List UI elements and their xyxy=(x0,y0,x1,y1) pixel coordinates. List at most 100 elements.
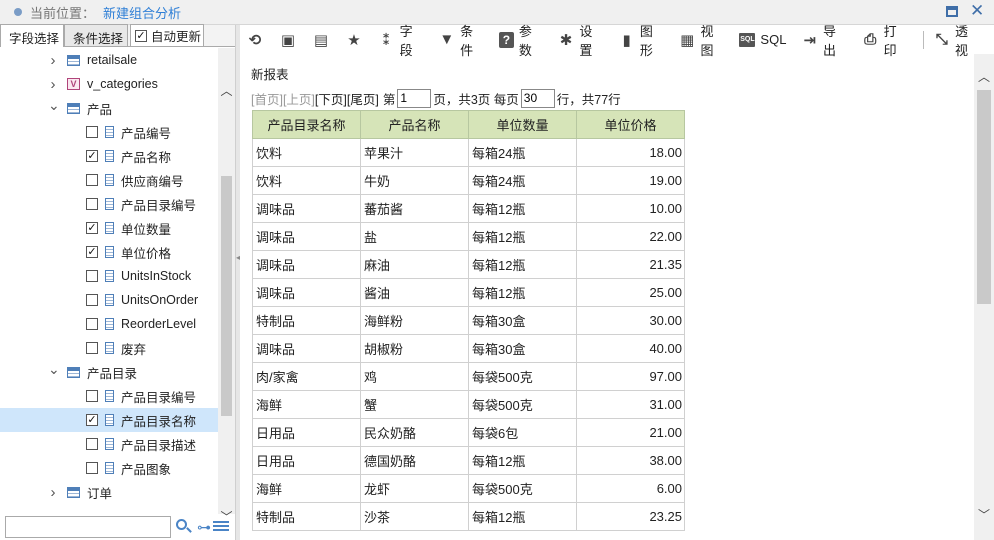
toolbar-button-refresh[interactable]: ⟲ xyxy=(246,25,269,54)
tab-field-select[interactable]: 字段选择 xyxy=(0,24,65,47)
tree-field-item[interactable]: 废弃 xyxy=(0,336,218,360)
tree-search-input[interactable] xyxy=(5,516,171,538)
tree-field-item[interactable]: ✓ 单位价格 xyxy=(0,240,218,264)
report-scrollbar[interactable]: ︿ ﹀ xyxy=(974,54,994,540)
field-checkbox[interactable] xyxy=(86,174,98,186)
expand-icon[interactable]: › xyxy=(48,76,58,93)
table-cell: 每袋500克 xyxy=(468,474,577,503)
collapse-icon[interactable]: ⌄ xyxy=(48,97,60,114)
toolbar-button-bar-chart[interactable]: ▮ 图形 xyxy=(618,24,664,58)
column-icon xyxy=(105,462,114,474)
field-checkbox[interactable] xyxy=(86,198,98,210)
tree-field-item[interactable]: ✓ 单位数量 xyxy=(0,216,218,240)
toolbar-button-export[interactable]: ⇥ 导出 xyxy=(801,24,847,58)
column-header[interactable]: 产品名称 xyxy=(360,110,469,139)
tree-item-label: 废弃 xyxy=(121,342,147,357)
tree-scroll-thumb[interactable] xyxy=(221,176,232,416)
toolbar-button-view[interactable]: ▦ 视图 xyxy=(679,24,725,58)
toolbar-button-star[interactable]: ★ xyxy=(345,25,368,54)
column-icon xyxy=(105,222,114,234)
field-checkbox[interactable] xyxy=(86,462,98,474)
next-page-link[interactable]: [下页] xyxy=(315,89,347,108)
toolbar-button-print[interactable]: ⎙ 打印 xyxy=(862,24,908,58)
last-page-link[interactable]: [尾页] xyxy=(347,89,379,108)
tree-field-item[interactable]: ✓ 产品目录名称 xyxy=(0,408,218,432)
table-cell: 调味品 xyxy=(252,334,361,363)
toolbar-button-help[interactable]: ? 参数 xyxy=(499,24,543,58)
table-cell: 蕃茄酱 xyxy=(360,194,469,223)
field-checkbox[interactable] xyxy=(86,342,98,354)
tree-field-item[interactable]: ReorderLevel xyxy=(0,312,218,336)
help-icon: ? xyxy=(499,31,514,48)
scroll-up-icon[interactable]: ︿ xyxy=(218,82,235,99)
list-view-icon[interactable] xyxy=(213,521,229,533)
tree-table-item[interactable]: › Vv_categories xyxy=(0,72,218,96)
table-cell: 每箱12瓶 xyxy=(468,250,577,279)
tree-item-label: UnitsOnOrder xyxy=(121,293,199,307)
prev-page-link[interactable]: [上页] xyxy=(283,89,315,108)
table-cell: 每箱24瓶 xyxy=(468,166,577,195)
field-checkbox[interactable]: ✓ xyxy=(86,222,98,234)
column-icon xyxy=(105,294,114,306)
table-cell: 19.00 xyxy=(576,166,685,195)
column-icon xyxy=(105,270,114,282)
table-cell: 每箱30盒 xyxy=(468,306,577,335)
field-checkbox[interactable] xyxy=(86,390,98,402)
tree-field-item[interactable]: 产品图象 xyxy=(0,456,218,480)
tree-field-item[interactable]: UnitsInStock xyxy=(0,264,218,288)
auto-update-toggle[interactable]: ✓ 自动更新 xyxy=(130,24,205,46)
close-icon[interactable]: ✕ xyxy=(970,2,984,19)
tree-field-item[interactable]: 产品目录编号 xyxy=(0,384,218,408)
field-checkbox[interactable] xyxy=(86,294,98,306)
toolbar-button-pivot[interactable]: ⤡ 透视 xyxy=(933,24,979,58)
scroll-up-icon[interactable]: ︿ xyxy=(974,68,994,85)
table-cell: 德国奶酪 xyxy=(360,446,469,475)
location-dot-icon xyxy=(14,8,22,16)
page-size-input[interactable] xyxy=(520,88,555,108)
field-checkbox[interactable] xyxy=(86,126,98,138)
table-row: 日用品 民众奶酪 每袋6包 21.00 xyxy=(252,418,685,447)
toolbar-button-gear[interactable]: ✱ 设置 xyxy=(558,24,604,58)
tree-table-item[interactable]: ⌄ 产品 xyxy=(0,96,218,120)
page-suffix: 页，共3页 每页 xyxy=(433,92,519,107)
toolbar-button-filter[interactable]: ▼ 条件 xyxy=(439,24,485,58)
scroll-down-icon[interactable]: ﹀ xyxy=(974,506,994,523)
toolbar-button-sql[interactable]: SQL SQL xyxy=(739,25,786,54)
tree-field-item[interactable]: 产品目录编号 xyxy=(0,192,218,216)
tree-table-item[interactable]: ⌄ 产品目录 xyxy=(0,360,218,384)
toolbar-button-field[interactable]: ⁑ 字段 xyxy=(378,24,424,58)
tab-condition-select[interactable]: 条件选择 xyxy=(64,24,129,46)
table-cell: 30.00 xyxy=(576,306,685,335)
column-header[interactable]: 单位数量 xyxy=(468,110,577,139)
toolbar-button-save[interactable]: ▣ xyxy=(279,25,302,54)
field-checkbox[interactable]: ✓ xyxy=(86,150,98,162)
field-icon: ⁑ xyxy=(382,31,391,49)
column-header[interactable]: 产品目录名称 xyxy=(252,110,361,139)
current-page-input[interactable] xyxy=(397,88,432,108)
toolbar-button-save-as[interactable]: ▤ xyxy=(312,25,335,54)
expand-icon[interactable]: › xyxy=(48,484,58,501)
collapse-icon[interactable]: ⌄ xyxy=(48,361,60,378)
expand-icon[interactable]: › xyxy=(48,52,58,69)
maximize-icon[interactable] xyxy=(946,6,958,17)
search-icon[interactable] xyxy=(175,518,193,536)
field-checkbox[interactable] xyxy=(86,438,98,450)
first-page-link[interactable]: [首页] xyxy=(251,89,283,108)
column-header[interactable]: 单位价格 xyxy=(576,110,685,139)
page-prefix: 第 xyxy=(382,92,396,107)
field-checkbox[interactable]: ✓ xyxy=(86,246,98,258)
tree-field-item[interactable]: UnitsOnOrder xyxy=(0,288,218,312)
field-checkbox[interactable] xyxy=(86,270,98,282)
tree-scrollbar[interactable]: ︿ ﹀ xyxy=(218,48,235,524)
tree-field-item[interactable]: 供应商编号 xyxy=(0,168,218,192)
report-scroll-thumb[interactable] xyxy=(977,90,991,304)
tree-table-item[interactable]: › 订单 xyxy=(0,480,218,504)
tree-field-item[interactable]: 产品编号 xyxy=(0,120,218,144)
field-checkbox[interactable] xyxy=(86,318,98,330)
tree-table-item[interactable]: › retailsale xyxy=(0,48,218,72)
hierarchy-icon[interactable]: ⊶ xyxy=(197,519,211,536)
tree-field-item[interactable]: 产品目录描述 xyxy=(0,432,218,456)
field-checkbox[interactable]: ✓ xyxy=(86,414,98,426)
tree-field-item[interactable]: ✓ 产品名称 xyxy=(0,144,218,168)
auto-update-checkbox[interactable]: ✓ xyxy=(135,29,148,42)
